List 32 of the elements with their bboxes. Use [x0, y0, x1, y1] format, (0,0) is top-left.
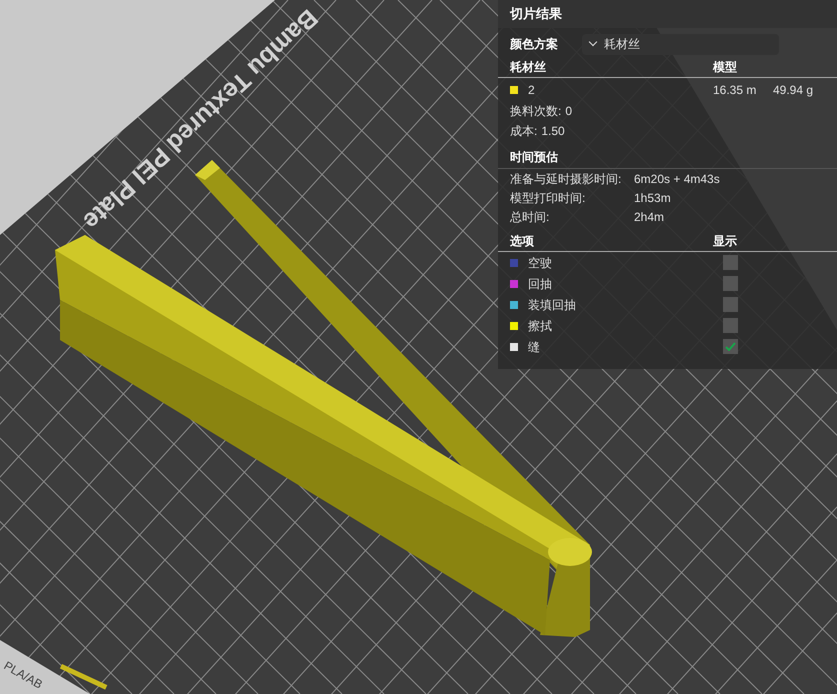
time-value: 1h53m: [634, 190, 671, 207]
column-header: 耗材丝: [510, 58, 547, 76]
color-scheme-dropdown[interactable]: 耗材丝: [582, 34, 779, 54]
time-label: 总时间:: [510, 209, 550, 226]
filament-weight: 49.94 g: [773, 82, 814, 99]
column-header: 显示: [713, 232, 737, 250]
option-label: 空驶: [528, 254, 553, 272]
stat-value: 0: [565, 103, 572, 120]
color-scheme-label: 颜色方案: [510, 36, 559, 53]
time-label: 准备与延时摄影时间:: [510, 171, 622, 188]
section-title: 时间预估: [510, 148, 558, 166]
panel-title: 切片结果: [510, 5, 562, 24]
stat-value: 1.50: [541, 123, 565, 140]
option-label: 装填回抽: [528, 296, 577, 314]
option-label: 缝: [528, 338, 541, 356]
filament-length: 16.35 m: [713, 82, 758, 99]
time-value: 6m20s + 4m43s: [634, 171, 720, 188]
check-icon: [725, 342, 736, 351]
column-header: 模型: [713, 58, 737, 76]
option-label: 回抽: [528, 276, 553, 292]
stat-label: 成本:: [510, 123, 538, 140]
stat-label: 换料次数:: [510, 103, 562, 120]
option-label: 擦拭: [528, 318, 553, 334]
time-label: 模型打印时间:: [510, 190, 586, 207]
filament-id: 2: [528, 82, 536, 99]
show-checkbox[interactable]: [723, 297, 738, 312]
show-checkbox[interactable]: [723, 276, 738, 291]
time-value: 2h4m: [634, 209, 664, 226]
column-header: 选项: [510, 232, 535, 250]
show-checkbox[interactable]: [723, 255, 738, 270]
show-checkbox[interactable]: [723, 339, 738, 354]
show-checkbox[interactable]: [723, 318, 738, 333]
